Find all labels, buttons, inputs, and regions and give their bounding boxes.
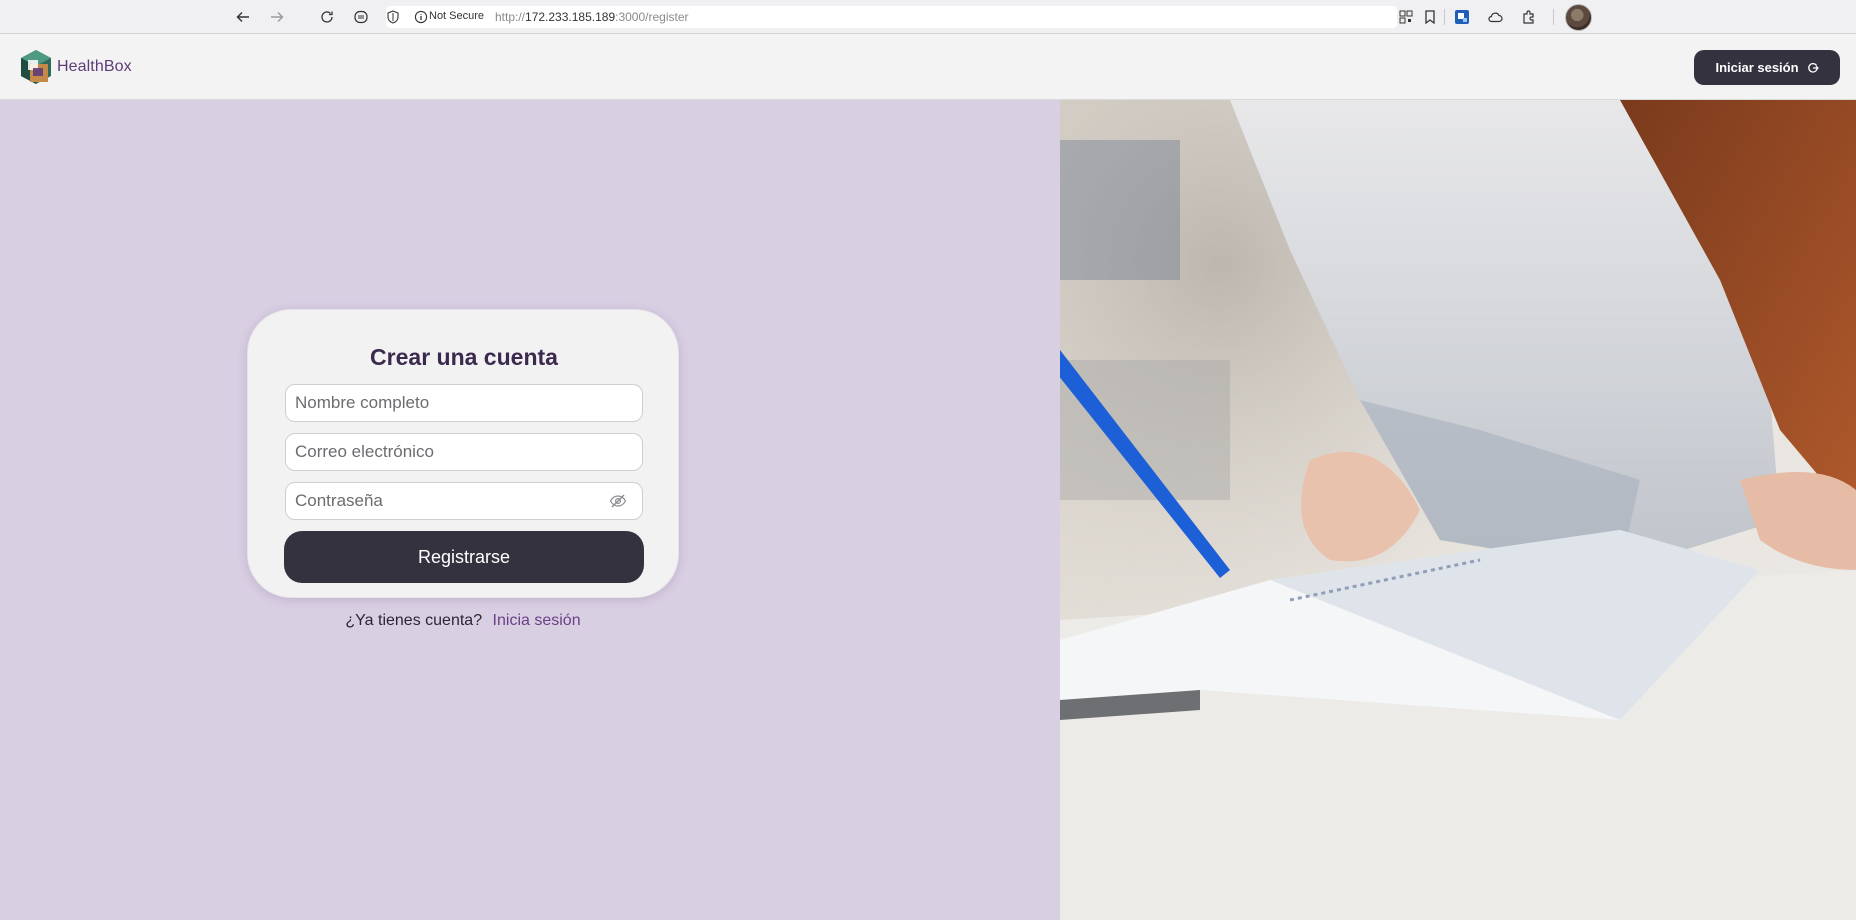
register-card: Crear una cuenta Registrarse	[247, 309, 679, 598]
url-host: 172.233.185.189	[525, 10, 616, 24]
toolbar-separator	[1444, 9, 1445, 25]
puzzle-icon[interactable]	[1519, 7, 1539, 27]
shield-icon[interactable]	[386, 10, 400, 24]
browser-toolbar: http://172.233.185.189:3000/register Not…	[0, 0, 1856, 34]
cloud-icon[interactable]	[1485, 7, 1505, 27]
reload-icon[interactable]	[315, 5, 339, 29]
app-header: HealthBox Iniciar sesión	[0, 34, 1856, 100]
profile-avatar[interactable]	[1565, 4, 1592, 31]
forward-arrow-icon[interactable]	[265, 5, 289, 29]
url-bar[interactable]: http://172.233.185.189:3000/register	[386, 6, 1397, 28]
extension-blue-icon[interactable]	[1452, 7, 1472, 27]
signin-prompt-text: ¿Ya tienes cuenta?	[345, 612, 483, 629]
eye-off-icon[interactable]	[609, 492, 627, 510]
login-button-label: Iniciar sesión	[1715, 60, 1799, 75]
brand-name: HealthBox	[57, 58, 132, 75]
info-icon[interactable]	[414, 10, 428, 24]
signin-link[interactable]: Inicia sesión	[493, 612, 581, 629]
page-title: Crear una cuenta	[370, 344, 558, 370]
reader-icon[interactable]	[349, 5, 373, 29]
back-arrow-icon[interactable]	[231, 5, 255, 29]
signin-prompt: ¿Ya tienes cuenta? Inicia sesión	[247, 612, 679, 630]
toolbar-separator	[1553, 9, 1554, 25]
url-protocol: http://	[495, 10, 526, 24]
hero-photo	[1060, 100, 1856, 920]
qr-code-icon[interactable]	[1396, 7, 1416, 27]
full-name-field[interactable]	[285, 384, 643, 422]
email-field[interactable]	[285, 433, 643, 471]
not-secure-label: Not Secure	[429, 10, 485, 22]
url-path: :3000/register	[615, 10, 689, 24]
password-field[interactable]	[285, 482, 643, 520]
brand[interactable]: HealthBox	[19, 48, 132, 86]
site-security-icons	[386, 10, 428, 24]
bookmark-icon[interactable]	[1420, 7, 1440, 27]
login-icon	[1807, 62, 1819, 73]
healthbox-logo-icon	[21, 50, 51, 84]
woman-writing-photo	[1060, 100, 1856, 920]
register-panel: Crear una cuenta Registrarse ¿Ya tienes …	[0, 100, 1060, 920]
login-button[interactable]: Iniciar sesión	[1694, 50, 1840, 85]
register-button[interactable]: Registrarse	[284, 531, 644, 583]
